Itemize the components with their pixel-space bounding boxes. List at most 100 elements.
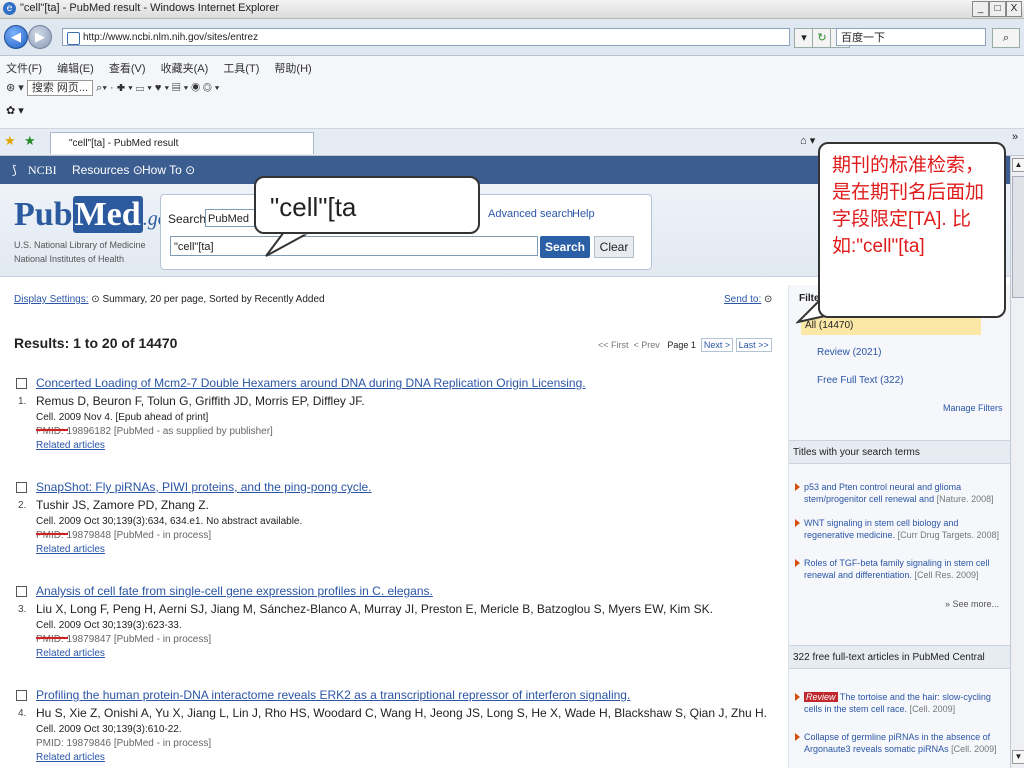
database-select[interactable]: PubMed [205,209,255,227]
display-settings-link[interactable]: Display Settings: [14,294,88,305]
see-more-link[interactable]: » See more... [945,599,999,609]
send-to[interactable]: Send to: ⊙ [724,294,772,305]
search-label: Search: [168,212,210,226]
minimize-button[interactable]: _ [972,1,989,17]
result-checkbox[interactable] [16,378,27,389]
chevron-more-icon[interactable]: » [1012,131,1018,143]
browser-search-input[interactable]: 百度一下 [836,28,986,46]
display-summary: Summary, 20 per page, Sorted by Recently… [102,294,325,305]
related-articles-link[interactable]: Related articles [36,544,105,555]
advanced-search-link[interactable]: Advanced search [488,208,573,220]
scroll-thumb[interactable] [1012,176,1024,298]
clear-button[interactable]: Clear [594,236,634,258]
journal-underline-mark [36,533,68,535]
filters-sidebar: Filte All (14470) Review (2021) Free Ful… [788,285,1011,768]
result-pmid: PMID: 19879847 [PubMed - in process] [36,634,212,645]
page-icon [67,32,80,45]
result-authors: Tushir JS, Zamore PD, Zhang Z. [36,498,209,512]
result-title[interactable]: SnapShot: Fly piRNAs, PIWI proteins, and… [36,480,372,494]
review-badge: Review [804,692,838,702]
window-title-bar: e "cell"[ta] - PubMed result - Windows I… [0,0,1024,19]
menu-toolbar-area: 文件(F) 编辑(E) 查看(V) 收藏夹(A) 工具(T) 帮助(H) ⊛ ▾… [0,56,1024,129]
related-articles-link[interactable]: Related articles [36,648,105,659]
browser-search-button[interactable]: ⌕ [992,28,1020,48]
result-checkbox[interactable] [16,586,27,597]
page-indicator[interactable]: Page 1 [667,340,696,350]
tab-pubmed-result[interactable]: "cell"[ta] - PubMed result [50,132,314,154]
refresh-button[interactable]: ↻ [812,28,832,48]
howto-menu[interactable]: How To ⊙ [142,156,195,184]
display-settings-row: Display Settings: ⊙ Summary, 20 per page… [14,294,325,305]
result-number: 1. [18,396,27,407]
result-pmid: PMID: 19879848 [PubMed - in process] [36,530,212,541]
result-authors: Liu X, Long F, Peng H, Aerni SJ, Jiang M… [36,602,713,616]
prev-page-link[interactable]: < Prev [634,340,660,350]
pagination: << First < Prev Page 1 Next > Last >> [598,338,772,352]
title-suggestion[interactable]: WNT signaling in stem cell biology and r… [795,517,1005,541]
menu-edit[interactable]: 编辑(E) [57,63,94,75]
pubmed-logo[interactable]: PubMed.gov [14,196,177,234]
result-checkbox[interactable] [16,690,27,701]
menu-view[interactable]: 查看(V) [109,63,146,75]
filter-review[interactable]: Review (2021) [817,347,881,358]
address-url: http://www.ncbi.nlm.nih.gov/sites/entrez [83,32,259,43]
result-title[interactable]: Concerted Loading of Mcm2-7 Double Hexam… [36,376,586,390]
pmc-article[interactable]: Review The tortoise and the hair: slow-c… [795,691,1005,715]
back-button[interactable]: ◀ [4,25,28,49]
result-item: Concerted Loading of Mcm2-7 Double Hexam… [14,376,774,466]
toolbar-search-input[interactable]: 搜索 网页... [26,80,94,96]
title-suggestion[interactable]: p53 and Pten control neural and glioma s… [795,481,1005,505]
pmc-heading: 322 free full-text articles in PubMed Ce… [789,645,1011,669]
tab-title: "cell"[ta] - PubMed result [69,138,179,149]
filter-free-full-text[interactable]: Free Full Text (322) [817,375,904,386]
result-number: 4. [18,708,27,719]
result-checkbox[interactable] [16,482,27,493]
menu-favorites[interactable]: 收藏夹(A) [161,63,209,75]
scroll-down-button[interactable]: ▼ [1012,750,1024,764]
toolbar-logo-icon: ⊛ ▾ [6,82,27,94]
address-dropdown-button[interactable]: ▾ [794,28,814,48]
query-callout: "cell"[ta [254,176,480,234]
result-title[interactable]: Profiling the human protein-DNA interact… [36,688,630,702]
help-link[interactable]: Help [572,208,595,220]
display-settings-toggle-icon[interactable]: ⊙ [91,294,99,305]
titles-heading: Titles with your search terms [789,440,1011,464]
toolbar-extra-icon[interactable]: ✿ ▾ [6,104,24,117]
result-citation: Cell. 2009 Oct 30;139(3):634, 634.e1. No… [36,516,303,527]
restore-button[interactable]: □ [989,1,1006,17]
favorites-star-icon[interactable]: ★ [4,133,16,149]
manage-filters-link[interactable]: Manage Filters [943,403,1003,413]
address-bar[interactable]: http://www.ncbi.nlm.nih.gov/sites/entrez [62,28,790,46]
ncbi-logo-icon: ⟆ [12,163,17,177]
title-suggestion[interactable]: Roles of TGF-beta family signaling in st… [795,557,1005,581]
close-button[interactable]: X [1006,1,1022,17]
menu-help[interactable]: 帮助(H) [274,63,311,75]
address-toolbar: ◀ ▶ http://www.ncbi.nlm.nih.gov/sites/en… [0,19,1024,56]
result-citation: Cell. 2009 Oct 30;139(3):610-22. [36,724,182,735]
page-scrollbar[interactable]: ▲ ▼ [1010,156,1024,768]
scroll-up-button[interactable]: ▲ [1012,158,1024,172]
result-item: Profiling the human protein-DNA interact… [14,688,774,768]
nlm-label: U.S. National Library of Medicine [14,240,146,250]
pmc-article[interactable]: Collapse of germline piRNAs in the absen… [795,731,1005,755]
ncbi-brand[interactable]: NCBI [28,156,57,184]
result-pmid: PMID: 19896182 [PubMed - as supplied by … [36,426,273,437]
search-query-input[interactable]: "cell"[ta] [170,236,538,256]
related-articles-link[interactable]: Related articles [36,752,105,763]
home-icon[interactable]: ⌂ ▾ [800,134,815,147]
add-favorites-icon[interactable]: ★ [24,133,36,149]
first-page-link[interactable]: << First [598,340,629,350]
search-button[interactable]: Search [540,236,590,258]
menu-file[interactable]: 文件(F) [6,63,42,75]
related-articles-link[interactable]: Related articles [36,440,105,451]
toolbar-icons[interactable]: ⌕▾ · ✚ ▾ ▭ ▾ ♥ ▾ ▤ ▾ ◉ ◎ ▾ [96,82,219,94]
forward-button[interactable]: ▶ [28,25,52,49]
menu-tools[interactable]: 工具(T) [223,63,259,75]
result-item: Analysis of cell fate from single-cell g… [14,584,774,674]
resources-menu[interactable]: Resources ⊙ [72,156,143,184]
next-page-button[interactable]: Next > [700,338,734,352]
result-title[interactable]: Analysis of cell fate from single-cell g… [36,584,433,598]
last-page-button[interactable]: Last >> [735,338,772,352]
result-number: 2. [18,500,27,511]
ie-logo-icon: e [3,2,16,15]
